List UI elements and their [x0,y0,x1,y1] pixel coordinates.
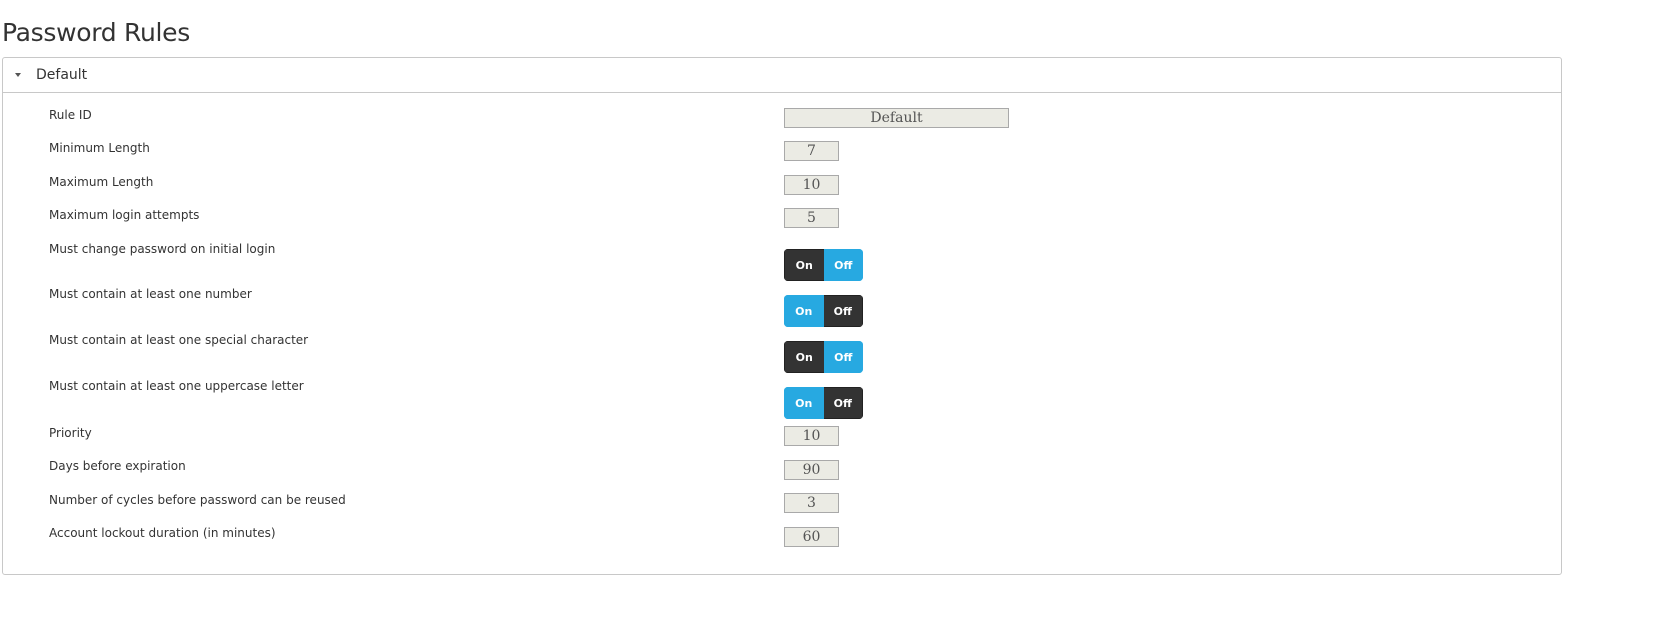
lockout-duration-label: Account lockout duration (in minutes) [49,526,276,540]
toggle-off-option[interactable]: Off [823,387,863,419]
must-change-initial-label: Must change password on initial login [49,242,276,256]
days-before-expiration-field[interactable] [784,460,839,480]
max-login-attempts-field[interactable] [784,208,839,228]
must-change-initial-toggle[interactable]: On Off [784,249,863,281]
must-uppercase-toggle[interactable]: On Off [784,387,863,419]
priority-field[interactable] [784,426,839,446]
minimum-length-field[interactable] [784,141,839,161]
days-before-expiration-label: Days before expiration [49,459,186,473]
reuse-cycles-field[interactable] [784,493,839,513]
lockout-duration-field[interactable] [784,527,839,547]
panel-header-toggle[interactable]: Default [3,58,1561,93]
toggle-on-option[interactable]: On [784,341,824,373]
rule-id-field[interactable] [784,108,1009,128]
toggle-off-option[interactable]: Off [823,341,863,373]
maximum-length-field[interactable] [784,175,839,195]
reuse-cycles-label: Number of cycles before password can be … [49,493,346,507]
minimum-length-label: Minimum Length [49,141,150,155]
page-title: Password Rules [2,18,190,47]
must-uppercase-label: Must contain at least one uppercase lett… [49,379,304,393]
must-special-label: Must contain at least one special charac… [49,333,309,347]
panel-title[interactable]: Default [36,67,87,83]
rule-id-label: Rule ID [49,108,92,122]
must-number-toggle[interactable]: On Off [784,295,863,327]
caret-down-icon[interactable] [15,73,21,77]
toggle-on-option[interactable]: On [784,387,824,419]
toggle-on-option[interactable]: On [784,249,824,281]
priority-label: Priority [49,426,92,440]
maximum-length-label: Maximum Length [49,175,154,189]
password-rule-panel: Default Rule ID Minimum Length Maximum L… [2,57,1562,575]
max-login-attempts-label: Maximum login attempts [49,208,200,222]
toggle-off-option[interactable]: Off [823,295,863,327]
must-special-toggle[interactable]: On Off [784,341,863,373]
toggle-on-option[interactable]: On [784,295,824,327]
must-number-label: Must contain at least one number [49,287,252,301]
toggle-off-option[interactable]: Off [823,249,863,281]
